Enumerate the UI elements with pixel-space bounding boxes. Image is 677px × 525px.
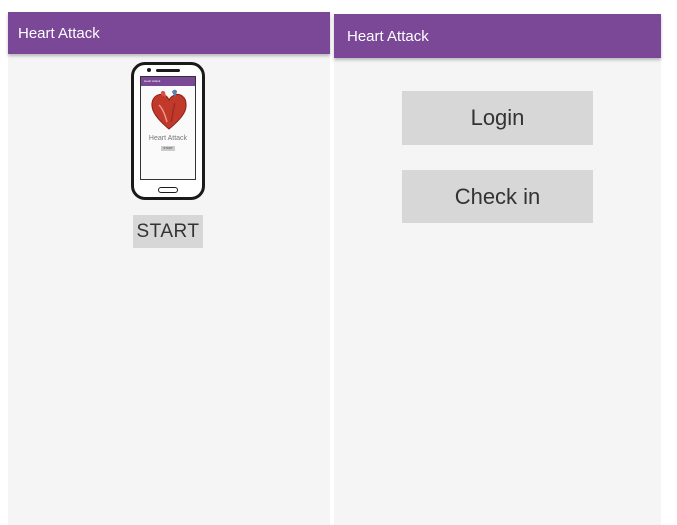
mini-heading: Heart Attack [148, 135, 188, 142]
home-button-icon [158, 187, 178, 193]
check-in-button[interactable]: Check in [402, 170, 593, 223]
app-title: Heart Attack [18, 24, 100, 42]
app-title: Heart Attack [347, 27, 429, 45]
phone-illustration: Heart Attack Heart Attack START [131, 62, 205, 200]
left-app-screen: Heart Attack Heart Attack Heart Attack S… [8, 12, 330, 525]
action-bar: Heart Attack [8, 12, 330, 54]
phone-screen: Heart Attack Heart Attack START [140, 76, 196, 180]
camera-icon [147, 68, 151, 72]
start-button[interactable]: START [133, 215, 203, 248]
action-bar: Heart Attack [334, 14, 661, 58]
heart-icon [151, 89, 187, 130]
mini-start-button: START [161, 146, 175, 151]
mini-action-bar: Heart Attack [141, 77, 195, 86]
right-app-screen: Heart Attack Login Check in [334, 14, 661, 525]
login-button[interactable]: Login [402, 91, 593, 145]
speaker-icon [156, 69, 180, 72]
